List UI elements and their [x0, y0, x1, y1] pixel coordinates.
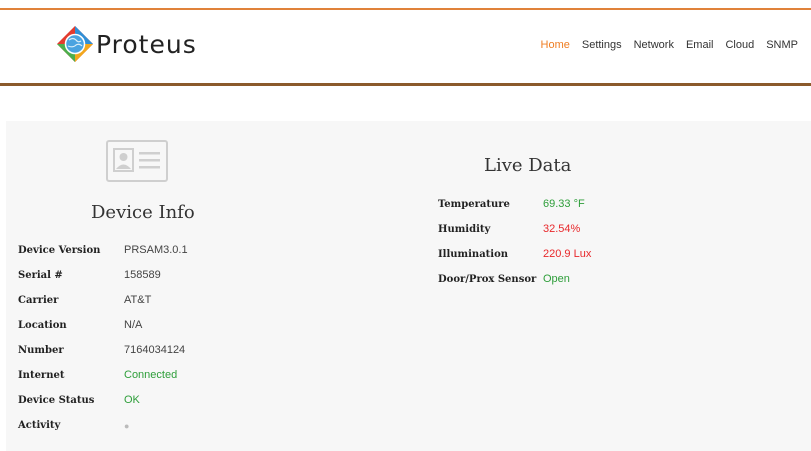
activity-indicator-icon: ●: [124, 421, 130, 431]
illumination-label: Illumination: [438, 249, 509, 260]
carrier-label: Carrier: [18, 295, 59, 306]
proteus-globe-logo-icon: [57, 26, 93, 62]
activity-label: Activity: [18, 420, 61, 431]
device-info-title: Device Info: [91, 202, 195, 223]
number-value: 7164034124: [124, 344, 186, 356]
carrier-value: AT&T: [124, 294, 152, 306]
nav-email[interactable]: Email: [686, 39, 714, 51]
header-bottom-border: [0, 83, 811, 86]
internet-label: Internet: [18, 370, 65, 381]
humidity-value: 32.54%: [543, 223, 581, 235]
nav-settings[interactable]: Settings: [582, 39, 622, 51]
device-version-label: Device Version: [18, 245, 101, 256]
brand-name: Proteus: [96, 29, 197, 59]
brand-logo[interactable]: Proteus: [56, 25, 197, 63]
main-nav: Home Settings Network Email Cloud SNMP: [529, 39, 798, 51]
internet-status-value: Connected: [124, 369, 178, 381]
nav-network[interactable]: Network: [634, 39, 674, 51]
device-status-label: Device Status: [18, 395, 95, 406]
door-prox-sensor-label: Door/Prox Sensor: [438, 274, 537, 285]
id-card-icon: [106, 140, 168, 182]
dashboard-panel: Device Info Device Version PRSAM3.0.1 Se…: [6, 121, 811, 451]
live-data-title: Live Data: [484, 155, 572, 176]
serial-value: 158589: [124, 269, 161, 281]
device-status-value: OK: [124, 394, 140, 406]
location-label: Location: [18, 320, 67, 331]
temperature-value: 69.33 °F: [543, 198, 585, 210]
temperature-label: Temperature: [438, 199, 510, 210]
illumination-value: 220.9 Lux: [543, 248, 592, 260]
location-value: N/A: [124, 319, 143, 331]
door-prox-sensor-value: Open: [543, 273, 570, 285]
header: Proteus Home Settings Network Email Clou…: [0, 10, 811, 83]
serial-label: Serial #: [18, 270, 63, 281]
number-label: Number: [18, 345, 64, 356]
nav-home[interactable]: Home: [541, 39, 570, 51]
nav-cloud[interactable]: Cloud: [725, 39, 754, 51]
device-version-value: PRSAM3.0.1: [124, 244, 188, 256]
nav-snmp[interactable]: SNMP: [766, 39, 798, 51]
humidity-label: Humidity: [438, 224, 491, 235]
